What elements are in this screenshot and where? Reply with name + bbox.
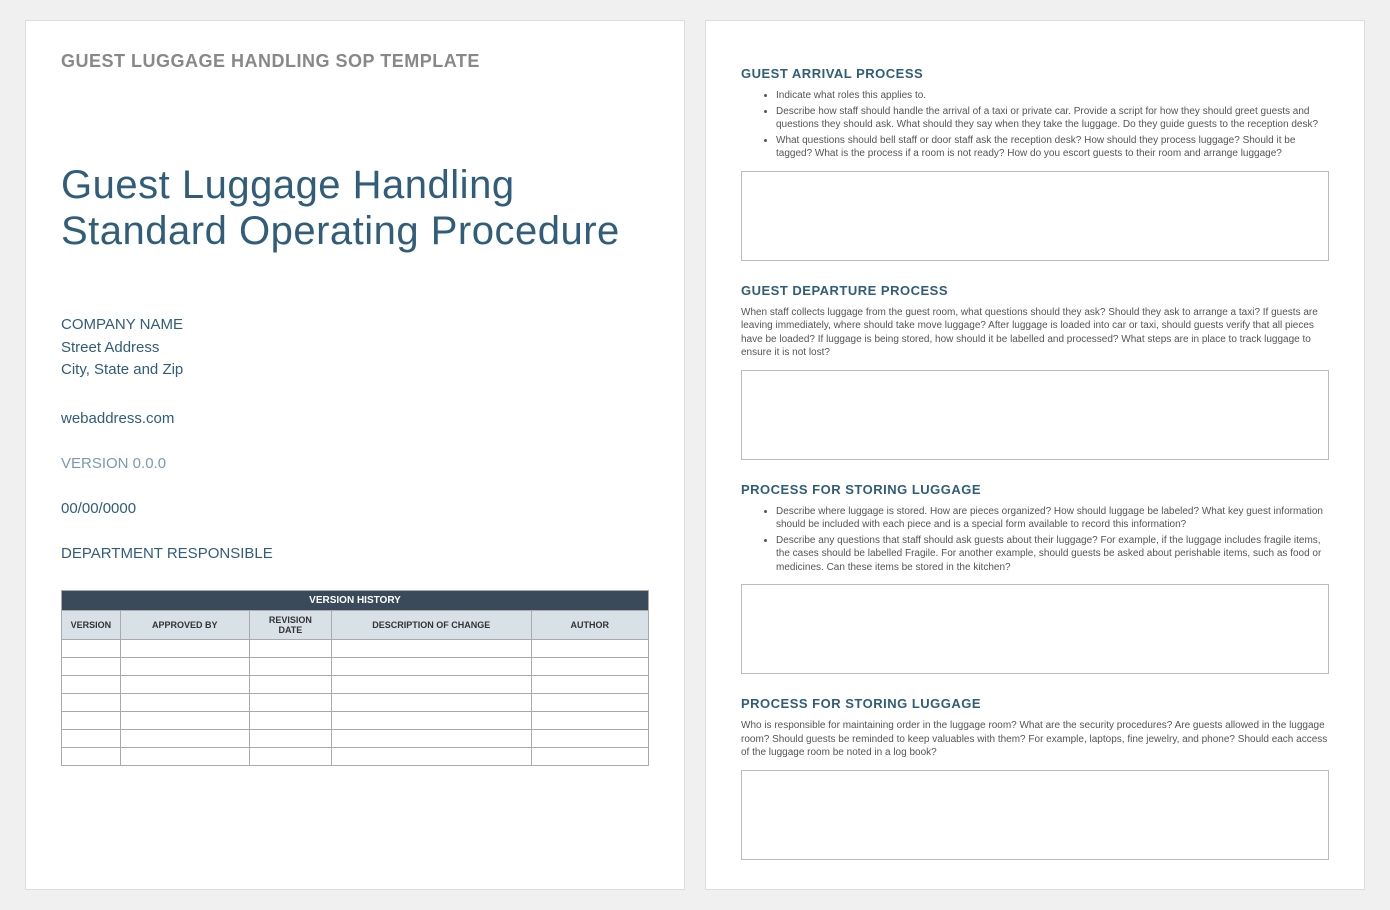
table-row — [62, 711, 649, 729]
departure-input-box[interactable] — [741, 370, 1329, 460]
date-label: 00/00/0000 — [61, 500, 649, 517]
col-author: AUTHOR — [531, 610, 648, 639]
template-header: GUEST LUGGAGE HANDLING SOP TEMPLATE — [61, 51, 649, 72]
storing2-para: Who is responsible for maintaining order… — [741, 719, 1329, 760]
col-approved-by: APPROVED BY — [120, 610, 249, 639]
arrival-bullets: Indicate what roles this applies to. Des… — [741, 89, 1329, 161]
table-row — [62, 639, 649, 657]
storing1-bullets: Describe where luggage is stored. How ar… — [741, 505, 1329, 575]
arrival-input-box[interactable] — [741, 171, 1329, 261]
col-description: DESCRIPTION OF CHANGE — [331, 610, 531, 639]
page-2: GUEST ARRIVAL PROCESS Indicate what role… — [705, 20, 1365, 890]
storing2-input-box[interactable] — [741, 770, 1329, 860]
list-item: Describe any questions that staff should… — [776, 534, 1329, 575]
company-name: COMPANY NAME — [61, 314, 649, 337]
table-row — [62, 729, 649, 747]
table-title: VERSION HISTORY — [62, 590, 649, 610]
table-row — [62, 657, 649, 675]
city-state-zip: City, State and Zip — [61, 359, 649, 382]
list-item: Indicate what roles this applies to. — [776, 89, 1329, 103]
storing1-heading: PROCESS FOR STORING LUGGAGE — [741, 482, 1329, 497]
list-item: Describe where luggage is stored. How ar… — [776, 505, 1329, 532]
departure-para: When staff collects luggage from the gue… — [741, 306, 1329, 360]
table-row — [62, 693, 649, 711]
table-row — [62, 747, 649, 765]
list-item: Describe how staff should handle the arr… — [776, 105, 1329, 132]
storing1-input-box[interactable] — [741, 584, 1329, 674]
table-row — [62, 675, 649, 693]
web-address: webaddress.com — [61, 410, 649, 427]
version-label: VERSION 0.0.0 — [61, 455, 649, 472]
table-header-row: VERSION APPROVED BY REVISION DATE DESCRI… — [62, 610, 649, 639]
department-label: DEPARTMENT RESPONSIBLE — [61, 545, 649, 562]
street-address: Street Address — [61, 337, 649, 360]
arrival-heading: GUEST ARRIVAL PROCESS — [741, 66, 1329, 81]
page-1: GUEST LUGGAGE HANDLING SOP TEMPLATE Gues… — [25, 20, 685, 890]
storing2-heading: PROCESS FOR STORING LUGGAGE — [741, 696, 1329, 711]
document-title: Guest Luggage Handling Standard Operatin… — [61, 162, 649, 254]
list-item: What questions should bell staff or door… — [776, 134, 1329, 161]
company-block: COMPANY NAME Street Address City, State … — [61, 314, 649, 382]
version-history-table: VERSION HISTORY VERSION APPROVED BY REVI… — [61, 590, 649, 766]
departure-heading: GUEST DEPARTURE PROCESS — [741, 283, 1329, 298]
col-version: VERSION — [62, 610, 121, 639]
col-revision-date: REVISION DATE — [249, 610, 331, 639]
